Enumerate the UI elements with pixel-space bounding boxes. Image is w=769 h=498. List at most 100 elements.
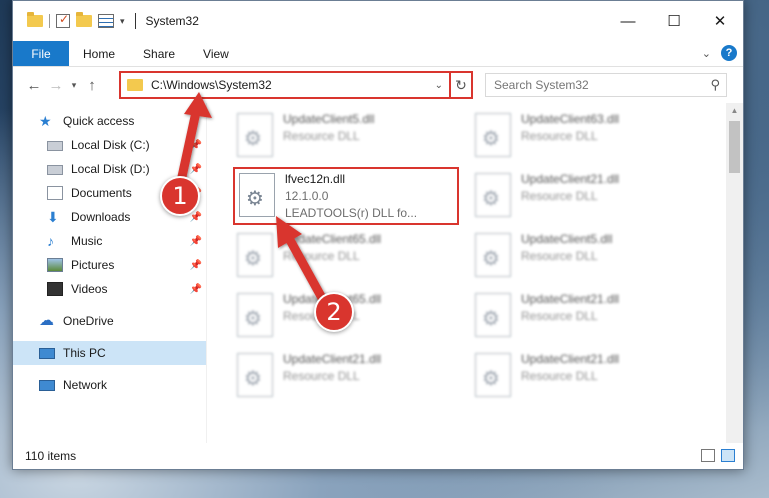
file-name: UpdateClient63.dll xyxy=(521,112,620,126)
divider xyxy=(49,14,50,28)
file-item-lfvec12n[interactable]: lfvec12n.dll 12.1.0.0 LEADTOOLS(r) DLL f… xyxy=(233,167,459,225)
sidebar-item-onedrive[interactable]: ☁ OneDrive xyxy=(13,309,206,333)
sidebar-item-quick-access[interactable]: ★ Quick access xyxy=(13,109,206,133)
ribbon-tabs: File Home Share View ⌄ ? xyxy=(13,41,743,67)
step-badge-1: 1 xyxy=(160,176,200,216)
search-input[interactable]: Search System32 ⚲ xyxy=(485,73,727,97)
search-icon[interactable]: ⚲ xyxy=(710,77,720,93)
file-type: Resource DLL xyxy=(521,249,598,263)
divider xyxy=(134,13,136,29)
properties-icon[interactable] xyxy=(98,14,114,28)
file-item[interactable]: UpdateClient63.dll Resource DLL xyxy=(471,109,697,167)
window-controls: — ☐ ✕ xyxy=(605,1,743,41)
back-icon[interactable]: ← xyxy=(23,77,45,94)
sidebar-item-label: Music xyxy=(71,234,103,248)
pin-icon: 📌 xyxy=(189,211,202,223)
window-title-text: System32 xyxy=(145,14,199,28)
new-folder-icon[interactable] xyxy=(76,12,92,27)
dll-file-icon xyxy=(475,353,511,397)
sidebar-item-pictures[interactable]: Pictures 📌 xyxy=(13,253,206,277)
file-name: UpdateClient65.dll xyxy=(283,232,382,246)
sidebar-item-label: Quick access xyxy=(63,114,135,128)
recent-locations-icon[interactable]: ▾ xyxy=(67,80,81,91)
tab-home[interactable]: Home xyxy=(69,41,129,66)
dll-file-icon xyxy=(237,353,273,397)
dll-file-icon xyxy=(475,113,511,157)
folder-icon[interactable] xyxy=(27,12,43,27)
search-placeholder: Search System32 xyxy=(494,78,589,92)
tab-view[interactable]: View xyxy=(189,41,243,66)
address-dropdown-icon[interactable]: ⌄ xyxy=(435,80,443,91)
file-type: Resource DLL xyxy=(521,369,598,383)
customize-dropdown-icon[interactable]: ▾ xyxy=(120,16,125,27)
sidebar-item-label: Downloads xyxy=(71,210,131,224)
file-list: UpdateClient5.dll Resource DLL lfvec12n.… xyxy=(207,103,743,443)
maximize-button[interactable]: ☐ xyxy=(651,1,697,41)
sidebar-item-music[interactable]: ♪ Music 📌 xyxy=(13,229,206,253)
status-bar: 110 items xyxy=(13,443,743,469)
dll-file-icon xyxy=(475,233,511,277)
file-name: UpdateClient21.dll xyxy=(521,172,620,186)
sidebar-item-label: This PC xyxy=(63,346,106,360)
scroll-up-icon[interactable]: ▲ xyxy=(726,103,743,119)
pin-icon: 📌 xyxy=(189,235,202,247)
cloud-icon: ☁ xyxy=(39,312,54,329)
dll-file-icon xyxy=(237,113,273,157)
pin-icon: 📌 xyxy=(189,283,202,295)
sidebar-item-label: Local Disk (D:) xyxy=(71,162,150,176)
videos-icon xyxy=(47,282,63,296)
sidebar-item-label: Network xyxy=(63,378,108,392)
vertical-scrollbar[interactable]: ▲ xyxy=(726,103,743,443)
large-icons-view-icon[interactable] xyxy=(721,449,735,462)
up-icon[interactable]: ↑ xyxy=(81,77,103,94)
file-item[interactable]: UpdateClient21.dll Resource DLL xyxy=(471,289,697,347)
file-name: UpdateClient5.dll xyxy=(283,112,375,126)
file-name: UpdateClient21.dll xyxy=(521,352,620,366)
file-type: Resource DLL xyxy=(521,189,598,203)
details-view-icon[interactable] xyxy=(701,449,715,462)
sidebar-item-label: Videos xyxy=(71,282,108,296)
sidebar-item-this-pc[interactable]: This PC xyxy=(13,341,206,365)
sidebar-item-network[interactable]: Network xyxy=(13,373,206,397)
sidebar-item-label: Documents xyxy=(71,186,132,200)
network-icon xyxy=(39,379,55,391)
quick-access-toolbar: ▾ xyxy=(13,12,125,28)
help-icon[interactable]: ? xyxy=(721,45,737,61)
refresh-icon[interactable]: ↻ xyxy=(449,73,471,97)
window-title: System32 xyxy=(134,13,199,29)
address-bar[interactable]: C:\Windows\System32 ⌄ ↻ xyxy=(119,71,473,99)
file-item[interactable]: UpdateClient21.dll Resource DLL xyxy=(471,349,697,407)
pin-icon: 📌 xyxy=(189,259,202,271)
pc-icon xyxy=(39,348,55,359)
forward-icon[interactable]: → xyxy=(45,77,67,94)
file-item[interactable]: UpdateClient21.dll Resource DLL xyxy=(233,349,459,407)
file-type: Resource DLL xyxy=(521,129,598,143)
file-item[interactable]: UpdateClient5.dll Resource DLL xyxy=(471,229,697,287)
dll-file-icon xyxy=(475,293,511,337)
file-type: Resource DLL xyxy=(283,369,360,383)
download-icon: ⬇ xyxy=(47,209,59,225)
file-name: UpdateClient5.dll xyxy=(521,232,613,246)
tab-file[interactable]: File xyxy=(13,41,69,66)
sidebar-item-label: OneDrive xyxy=(63,314,114,328)
sidebar-item-local-disk-c[interactable]: Local Disk (C:) 📌 xyxy=(13,133,206,157)
sidebar-item-label: Pictures xyxy=(71,258,115,272)
scrollbar-thumb[interactable] xyxy=(729,121,740,173)
folder-icon xyxy=(127,79,143,91)
file-item[interactable]: UpdateClient21.dll Resource DLL xyxy=(471,169,697,227)
properties-check-icon[interactable] xyxy=(56,12,70,28)
file-item[interactable]: UpdateClient5.dll Resource DLL xyxy=(233,109,459,167)
close-button[interactable]: ✕ xyxy=(697,1,743,41)
dll-file-icon xyxy=(237,293,273,337)
file-type: Resource DLL xyxy=(283,129,360,143)
minimize-button[interactable]: — xyxy=(605,1,651,41)
address-path[interactable]: C:\Windows\System32 xyxy=(151,78,435,92)
expand-ribbon-icon[interactable]: ⌄ xyxy=(702,47,711,60)
file-name: UpdateClient21.dll xyxy=(283,352,382,366)
file-item[interactable]: UpdateClient65.dll Resource DLL xyxy=(233,229,459,287)
dll-file-icon xyxy=(237,233,273,277)
file-type: Resource DLL xyxy=(521,309,598,323)
tab-share[interactable]: Share xyxy=(129,41,189,66)
pictures-icon xyxy=(47,258,63,272)
sidebar-item-videos[interactable]: Videos 📌 xyxy=(13,277,206,301)
